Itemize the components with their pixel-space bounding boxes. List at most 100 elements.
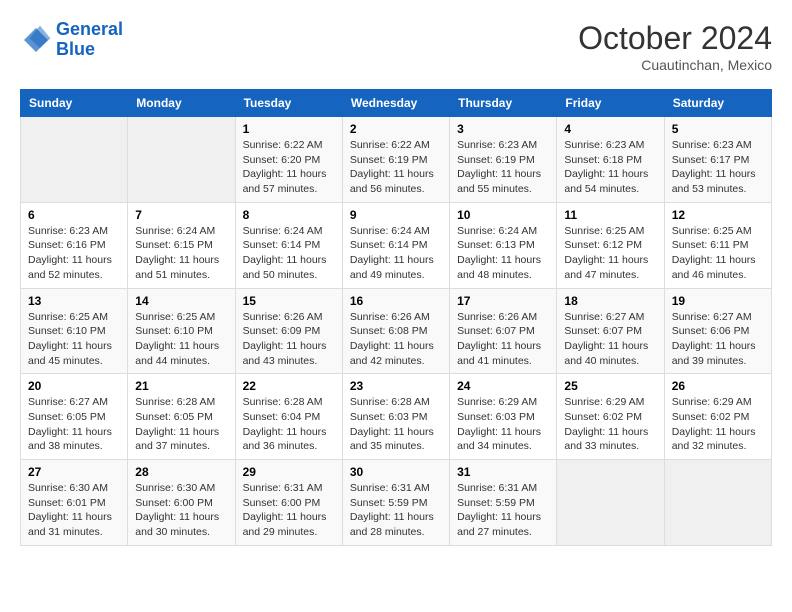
- calendar-cell: 1Sunrise: 6:22 AMSunset: 6:20 PMDaylight…: [235, 117, 342, 203]
- calendar-cell: 17Sunrise: 6:26 AMSunset: 6:07 PMDayligh…: [450, 288, 557, 374]
- day-info: Sunrise: 6:25 AMSunset: 6:10 PMDaylight:…: [135, 310, 227, 369]
- day-info: Sunrise: 6:31 AMSunset: 6:00 PMDaylight:…: [243, 481, 335, 540]
- calendar-cell: [557, 460, 664, 546]
- day-info: Sunrise: 6:24 AMSunset: 6:14 PMDaylight:…: [243, 224, 335, 283]
- day-info: Sunrise: 6:27 AMSunset: 6:05 PMDaylight:…: [28, 395, 120, 454]
- day-info: Sunrise: 6:26 AMSunset: 6:07 PMDaylight:…: [457, 310, 549, 369]
- day-number: 13: [28, 294, 120, 308]
- main-title: October 2024: [578, 20, 772, 57]
- calendar-cell: 12Sunrise: 6:25 AMSunset: 6:11 PMDayligh…: [664, 202, 771, 288]
- day-info: Sunrise: 6:29 AMSunset: 6:03 PMDaylight:…: [457, 395, 549, 454]
- calendar-cell: 9Sunrise: 6:24 AMSunset: 6:14 PMDaylight…: [342, 202, 449, 288]
- calendar-cell: [664, 460, 771, 546]
- day-number: 2: [350, 122, 442, 136]
- day-number: 20: [28, 379, 120, 393]
- calendar-cell: 4Sunrise: 6:23 AMSunset: 6:18 PMDaylight…: [557, 117, 664, 203]
- day-info: Sunrise: 6:27 AMSunset: 6:07 PMDaylight:…: [564, 310, 656, 369]
- weekday-header: Sunday: [21, 90, 128, 117]
- title-block: October 2024 Cuautinchan, Mexico: [578, 20, 772, 73]
- day-number: 23: [350, 379, 442, 393]
- day-number: 10: [457, 208, 549, 222]
- day-info: Sunrise: 6:30 AMSunset: 6:00 PMDaylight:…: [135, 481, 227, 540]
- calendar-cell: 3Sunrise: 6:23 AMSunset: 6:19 PMDaylight…: [450, 117, 557, 203]
- calendar-cell: 2 Sunrise: 6:22 AMSunset: 6:19 PMDaylight…: [342, 117, 449, 203]
- calendar-cell: 18 Sunrise: 6:27 AMSunset: 6:07 PMDayligh…: [557, 288, 664, 374]
- day-info: Sunrise: 6:27 AMSunset: 6:06 PMDaylight:…: [672, 310, 764, 369]
- day-number: 7: [135, 208, 227, 222]
- calendar-cell: 8 Sunrise: 6:24 AMSunset: 6:14 PMDaylight…: [235, 202, 342, 288]
- calendar-cell: 26 Sunrise: 6:29 AMSunset: 6:02 PMDayligh…: [664, 374, 771, 460]
- day-info: Sunrise: 6:23 AMSunset: 6:19 PMDaylight:…: [457, 138, 549, 197]
- calendar-week-row: 20 Sunrise: 6:27 AMSunset: 6:05 PMDayligh…: [21, 374, 772, 460]
- calendar-cell: [128, 117, 235, 203]
- day-number: 11: [564, 208, 656, 222]
- day-number: 18: [564, 294, 656, 308]
- day-info: Sunrise: 6:23 AMSunset: 6:18 PMDaylight:…: [564, 138, 656, 197]
- day-number: 24: [457, 379, 549, 393]
- day-info: Sunrise: 6:23 AMSunset: 6:17 PMDaylight:…: [672, 138, 764, 197]
- day-number: 30: [350, 465, 442, 479]
- calendar-cell: 24 Sunrise: 6:29 AMSunset: 6:03 PMDayligh…: [450, 374, 557, 460]
- day-number: 31: [457, 465, 549, 479]
- day-number: 9: [350, 208, 442, 222]
- calendar-cell: 19Sunrise: 6:27 AMSunset: 6:06 PMDayligh…: [664, 288, 771, 374]
- day-number: 26: [672, 379, 764, 393]
- calendar-week-row: 27Sunrise: 6:30 AMSunset: 6:01 PMDayligh…: [21, 460, 772, 546]
- calendar-cell: 27Sunrise: 6:30 AMSunset: 6:01 PMDayligh…: [21, 460, 128, 546]
- calendar-cell: 22 Sunrise: 6:28 AMSunset: 6:04 PMDayligh…: [235, 374, 342, 460]
- day-number: 12: [672, 208, 764, 222]
- calendar-cell: 11 Sunrise: 6:25 AMSunset: 6:12 PMDayligh…: [557, 202, 664, 288]
- calendar-cell: 29 Sunrise: 6:31 AMSunset: 6:00 PMDayligh…: [235, 460, 342, 546]
- day-number: 29: [243, 465, 335, 479]
- calendar-cell: 20 Sunrise: 6:27 AMSunset: 6:05 PMDayligh…: [21, 374, 128, 460]
- day-info: Sunrise: 6:28 AMSunset: 6:03 PMDaylight:…: [350, 395, 442, 454]
- day-info: Sunrise: 6:26 AMSunset: 6:08 PMDaylight:…: [350, 310, 442, 369]
- calendar-cell: 10 Sunrise: 6:24 AMSunset: 6:13 PMDayligh…: [450, 202, 557, 288]
- weekday-header: Tuesday: [235, 90, 342, 117]
- day-info: Sunrise: 6:30 AMSunset: 6:01 PMDaylight:…: [28, 481, 120, 540]
- calendar-cell: 21 Sunrise: 6:28 AMSunset: 6:05 PMDayligh…: [128, 374, 235, 460]
- calendar-cell: 25 Sunrise: 6:29 AMSunset: 6:02 PMDayligh…: [557, 374, 664, 460]
- day-number: 6: [28, 208, 120, 222]
- weekday-header: Thursday: [450, 90, 557, 117]
- logo-icon: [20, 24, 52, 56]
- day-number: 28: [135, 465, 227, 479]
- day-info: Sunrise: 6:29 AMSunset: 6:02 PMDaylight:…: [672, 395, 764, 454]
- day-number: 8: [243, 208, 335, 222]
- day-info: Sunrise: 6:31 AMSunset: 5:59 PMDaylight:…: [350, 481, 442, 540]
- weekday-header: Wednesday: [342, 90, 449, 117]
- day-info: Sunrise: 6:24 AMSunset: 6:13 PMDaylight:…: [457, 224, 549, 283]
- day-info: Sunrise: 6:31 AMSunset: 5:59 PMDaylight:…: [457, 481, 549, 540]
- calendar-cell: [21, 117, 128, 203]
- logo-text: General Blue: [56, 20, 123, 60]
- day-info: Sunrise: 6:22 AMSunset: 6:19 PMDaylight:…: [350, 138, 442, 197]
- day-number: 22: [243, 379, 335, 393]
- day-info: Sunrise: 6:29 AMSunset: 6:02 PMDaylight:…: [564, 395, 656, 454]
- day-info: Sunrise: 6:23 AMSunset: 6:16 PMDaylight:…: [28, 224, 120, 283]
- day-info: Sunrise: 6:26 AMSunset: 6:09 PMDaylight:…: [243, 310, 335, 369]
- weekday-header: Friday: [557, 90, 664, 117]
- weekday-header: Saturday: [664, 90, 771, 117]
- calendar-cell: 13Sunrise: 6:25 AMSunset: 6:10 PMDayligh…: [21, 288, 128, 374]
- day-info: Sunrise: 6:24 AMSunset: 6:15 PMDaylight:…: [135, 224, 227, 283]
- logo: General Blue: [20, 20, 123, 60]
- calendar-cell: 7 Sunrise: 6:24 AMSunset: 6:15 PMDaylight…: [128, 202, 235, 288]
- calendar-cell: 15 Sunrise: 6:26 AMSunset: 6:09 PMDayligh…: [235, 288, 342, 374]
- day-number: 16: [350, 294, 442, 308]
- calendar-cell: 16 Sunrise: 6:26 AMSunset: 6:08 PMDayligh…: [342, 288, 449, 374]
- day-number: 25: [564, 379, 656, 393]
- day-info: Sunrise: 6:25 AMSunset: 6:12 PMDaylight:…: [564, 224, 656, 283]
- calendar-cell: 23 Sunrise: 6:28 AMSunset: 6:03 PMDayligh…: [342, 374, 449, 460]
- day-info: Sunrise: 6:28 AMSunset: 6:04 PMDaylight:…: [243, 395, 335, 454]
- page-header: General Blue October 2024 Cuautinchan, M…: [20, 20, 772, 73]
- calendar-week-row: 13 Sunrise: 6:25 AMSunset: 6:10 PMDayligh…: [21, 288, 772, 374]
- calendar-week-row: 6 Sunrise: 6:23 AMSunset: 6:16 PMDaylight…: [21, 202, 772, 288]
- weekday-header: Monday: [128, 90, 235, 117]
- calendar-cell: 6 Sunrise: 6:23 AMSunset: 6:16 PMDaylight…: [21, 202, 128, 288]
- calendar-cell: 14Sunrise: 6:25 AMSunset: 6:10 PMDayligh…: [128, 288, 235, 374]
- day-number: 21: [135, 379, 227, 393]
- day-number: 1: [243, 122, 335, 136]
- day-number: 15: [243, 294, 335, 308]
- day-info: Sunrise: 6:28 AMSunset: 6:05 PMDaylight:…: [135, 395, 227, 454]
- calendar-cell: 31 Sunrise: 6:31 AMSunset: 5:59 PMDayligh…: [450, 460, 557, 546]
